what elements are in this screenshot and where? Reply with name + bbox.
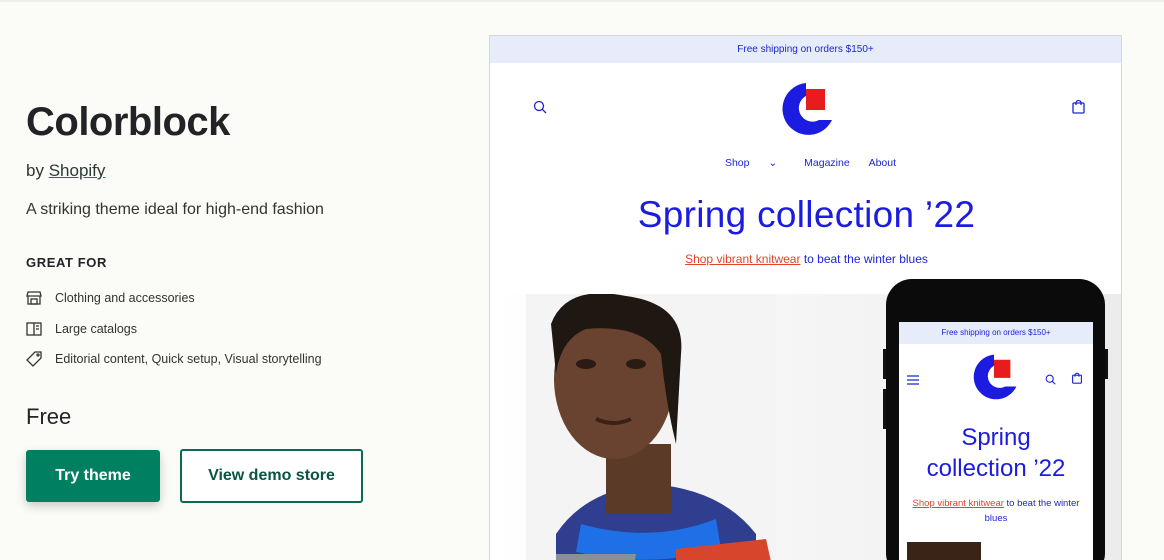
mobile-screen: Free shipping on orders $150+ Spring col…	[899, 322, 1093, 560]
mobile-preview: Free shipping on orders $150+ Spring col…	[883, 279, 1108, 560]
view-demo-store-button[interactable]: View demo store	[180, 449, 363, 503]
feature-item: Editorial content, Quick setup, Visual s…	[26, 351, 322, 367]
store-header	[490, 63, 1121, 143]
theme-tagline: A striking theme ideal for high-end fash…	[26, 201, 324, 218]
search-icon	[533, 100, 547, 119]
mobile-announcement-bar: Free shipping on orders $150+	[899, 322, 1093, 344]
colorblock-logo-icon	[969, 352, 1019, 407]
top-divider	[0, 0, 1164, 2]
phone-side-button	[883, 389, 886, 429]
theme-price: Free	[26, 404, 72, 429]
store-icon	[26, 290, 42, 306]
hero-subtitle: Shop vibrant knitwear to beat the winter…	[490, 252, 1121, 266]
cart-icon	[1071, 99, 1086, 119]
hero-link: Shop vibrant knitwear	[685, 252, 801, 266]
phone-side-button	[1105, 349, 1108, 379]
tag-icon	[26, 351, 42, 367]
feature-label: Clothing and accessories	[55, 291, 195, 305]
mobile-hero-subtitle: Shop vibrant knitwear to beat the winter…	[912, 498, 1080, 524]
search-icon	[1045, 372, 1056, 390]
catalog-icon	[26, 321, 42, 337]
model-photo	[526, 294, 776, 560]
feature-label: Large catalogs	[55, 322, 138, 336]
great-for-heading: GREAT FOR	[26, 255, 107, 270]
hero-sub-text: to beat the winter blues	[800, 252, 928, 266]
feature-item: Large catalogs	[26, 321, 137, 337]
by-label: by	[26, 161, 44, 180]
hero-title: Spring collection ’22	[637, 194, 976, 235]
author-link[interactable]: Shopify	[49, 161, 106, 180]
nav-shop: Shop ⌄	[724, 157, 778, 169]
nav-magazine: Magazine	[804, 157, 850, 169]
try-theme-button[interactable]: Try theme	[26, 450, 160, 502]
colorblock-logo-icon	[777, 80, 835, 143]
mobile-model-photo	[907, 542, 981, 560]
theme-title: Colorblock	[26, 100, 230, 144]
store-nav: Shop ⌄ Magazine About	[490, 157, 1121, 169]
announcement-bar: Free shipping on orders $150+	[490, 36, 1121, 63]
mobile-hero-link: Shop vibrant knitwear	[912, 498, 1004, 509]
phone-side-button	[883, 349, 886, 379]
cart-icon	[1071, 371, 1083, 389]
hamburger-menu-icon	[907, 372, 919, 390]
theme-author-line: by Shopify	[26, 161, 105, 181]
chevron-down-icon: ⌄	[768, 157, 778, 169]
nav-about: About	[868, 157, 897, 169]
mobile-hero-title: Spring collection ’22	[926, 424, 1066, 482]
feature-label: Editorial content, Quick setup, Visual s…	[55, 352, 322, 366]
feature-item: Clothing and accessories	[26, 290, 195, 306]
